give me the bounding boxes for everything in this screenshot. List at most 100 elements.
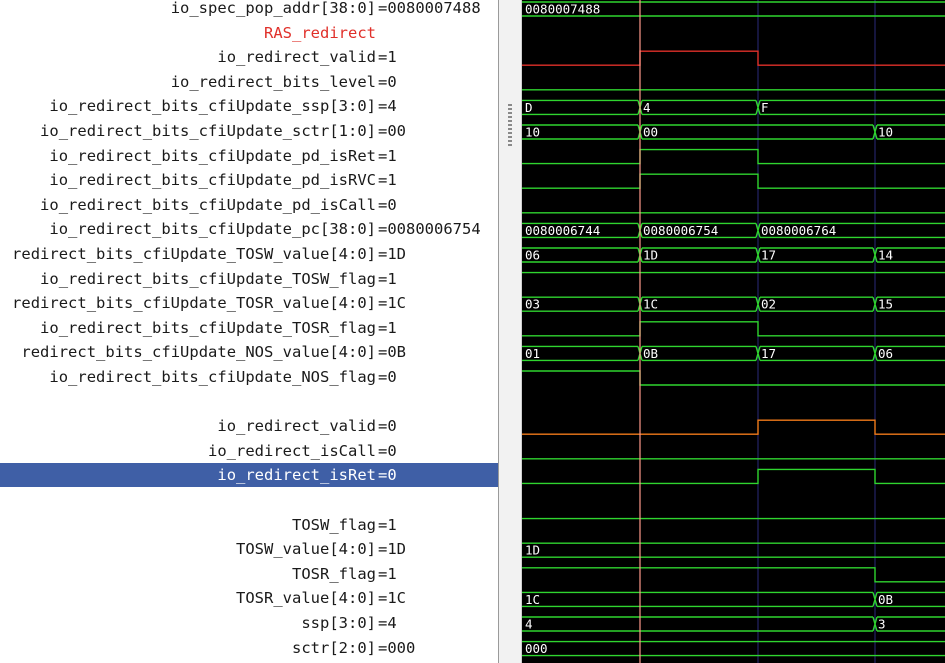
signal-value: =0080007488 <box>378 0 481 17</box>
signal-row[interactable]: TOSR_value[4:0] =1C <box>0 586 498 610</box>
waveform-panel[interactable]: 0080007488 D 4 F 10 00 10 0080006744 0080006754 0… <box>522 0 945 663</box>
bus-value-label: 1C <box>525 592 540 607</box>
signal-value: =0 <box>378 195 397 214</box>
bus-value-label: 4 <box>643 100 651 115</box>
group-label: RAS_redirect <box>264 23 376 42</box>
bus-waveform-segment[interactable] <box>522 591 873 608</box>
signal-row[interactable]: ssp[3:0] =4 <box>0 611 498 635</box>
signal-value: =1C <box>378 294 406 313</box>
signal-value: =0 <box>378 368 397 386</box>
signal-row[interactable]: io_redirect_isCall =0 <box>0 439 498 463</box>
bus-value-label: 10 <box>878 125 893 140</box>
signal-row[interactable]: io_redirect_bits_cfiUpdate_pd_isRet =1 <box>0 144 498 168</box>
bit-waveform[interactable] <box>522 148 945 165</box>
signal-row[interactable]: io_redirect_bits_cfiUpdate_TOSR_flag =1 <box>0 316 498 340</box>
bus-value-label: 06 <box>878 346 893 361</box>
bus-value-label: 0080007488 <box>525 2 600 17</box>
bus-waveform-segment[interactable] <box>877 616 945 632</box>
signal-row[interactable]: io_redirect_bits_cfiUpdate_ssp[3:0] =4 <box>0 94 498 118</box>
bit-waveform[interactable] <box>522 321 945 337</box>
bit-waveform[interactable] <box>522 50 945 66</box>
signal-value: =1 <box>378 564 397 583</box>
signal-row-blank[interactable] <box>0 390 498 414</box>
bus-waveform-segment[interactable] <box>522 542 945 558</box>
bus-value-label: 4 <box>525 617 533 632</box>
signal-row[interactable]: io_redirect_bits_cfiUpdate_pd_isCall =0 <box>0 193 498 217</box>
bus-waveform-segment[interactable] <box>760 99 945 116</box>
signal-row[interactable]: io_redirect_bits_cfiUpdate_NOS_flag =0 <box>0 365 498 389</box>
signal-name: io_redirect_bits_cfiUpdate_TOSW_flag <box>40 269 376 288</box>
signal-group-header[interactable]: RAS_redirect <box>0 21 498 45</box>
signal-value: =1D <box>378 245 406 263</box>
signal-name: io_redirect_isRet <box>217 466 376 485</box>
signal-name: io_redirect_bits_cfiUpdate_pd_isRet <box>49 146 376 165</box>
bus-value-label: 1D <box>525 543 540 558</box>
signal-row[interactable]: io_redirect_bits_cfiUpdate_sctr[1:0] =00 <box>0 119 498 143</box>
signal-row[interactable]: io_redirect_bits_cfiUpdate_TOSW_flag =1 <box>0 267 498 291</box>
signal-value: =000 <box>378 638 416 657</box>
signal-row[interactable]: io_redirect_valid =0 <box>0 414 498 438</box>
signal-value: =00 <box>378 122 406 140</box>
signal-row[interactable]: io_redirect_bits_cfiUpdate_pc[38:0] =0080… <box>0 217 498 241</box>
signal-name: io_redirect_valid <box>217 417 376 436</box>
signal-value: =1 <box>378 269 397 288</box>
bus-waveform-segment[interactable] <box>642 99 756 116</box>
bit-waveform[interactable] <box>522 370 945 386</box>
signal-value: =0 <box>378 72 397 91</box>
bus-waveform-segment[interactable] <box>760 296 873 312</box>
waveform-canvas[interactable]: 0080007488 D 4 F 10 00 10 0080006744 0080006754 0… <box>522 0 945 663</box>
signal-name: ssp[3:0] <box>301 614 376 632</box>
signal-row[interactable]: io_spec_pop_addr[38:0] =0080007488 <box>0 0 498 20</box>
signal-row[interactable]: TOSR_flag =1 <box>0 562 498 586</box>
pane-splitter[interactable] <box>498 0 522 663</box>
bit-waveform[interactable] <box>522 567 945 583</box>
signal-name: io_redirect_bits_cfiUpdate_ssp[3:0] <box>49 97 376 116</box>
signal-row[interactable]: redirect_bits_cfiUpdate_TOSW_value[4:0] =… <box>0 242 498 266</box>
signal-row[interactable]: redirect_bits_cfiUpdate_TOSR_value[4:0] =… <box>0 291 498 315</box>
bus-waveform-segment[interactable] <box>760 247 873 263</box>
signal-name: redirect_bits_cfiUpdate_TOSR_value[4:0] <box>12 294 376 313</box>
signal-row[interactable]: io_redirect_valid =1 <box>0 45 498 69</box>
bus-waveform-segment[interactable] <box>642 247 756 263</box>
bus-value-label: 000 <box>525 641 548 656</box>
splitter-grip-handle[interactable] <box>508 104 512 146</box>
bit-waveform[interactable] <box>522 173 945 189</box>
bus-value-label: 17 <box>761 248 776 263</box>
signal-value: =0080006754 <box>378 220 481 239</box>
bus-waveform-segment[interactable] <box>522 640 945 657</box>
signal-name: io_redirect_bits_cfiUpdate_sctr[1:0] <box>40 122 376 140</box>
signal-value: =0 <box>378 417 397 436</box>
bus-value-label: 0B <box>878 592 893 607</box>
signal-row[interactable]: TOSW_value[4:0] =1D <box>0 537 498 561</box>
signal-row[interactable]: io_redirect_isRet =0 <box>0 463 498 488</box>
bit-waveform[interactable] <box>522 419 945 435</box>
bus-value-label: 1C <box>643 297 658 312</box>
signal-row[interactable]: redirect_bits_cfiUpdate_NOS_value[4:0] =0… <box>0 340 498 364</box>
signal-row[interactable]: sctr[2:0] =000 <box>0 636 498 660</box>
signal-row[interactable]: io_redirect_bits_level =0 <box>0 70 498 94</box>
bus-waveform-segment[interactable] <box>522 99 638 116</box>
signal-value: =1C <box>378 589 406 608</box>
bus-value-label: 15 <box>878 297 893 312</box>
signal-name: TOSW_flag <box>292 515 376 534</box>
signal-name: io_redirect_isCall <box>208 441 376 460</box>
bus-value-label: 02 <box>761 297 776 312</box>
bus-value-label: 3 <box>878 617 886 632</box>
bus-value-label: 06 <box>525 248 540 263</box>
signal-value: =4 <box>378 97 397 116</box>
signal-row[interactable]: TOSW_flag =1 <box>0 513 498 537</box>
bus-value-label: F <box>761 100 769 115</box>
bus-waveform-segment[interactable] <box>522 616 873 632</box>
signal-name-panel: io_spec_pop_addr[38:0] =0080007488 RAS_red… <box>0 0 498 663</box>
signal-name: io_redirect_bits_level <box>170 72 376 91</box>
bit-waveform[interactable] <box>522 468 945 485</box>
bus-waveform-segment[interactable] <box>642 345 756 362</box>
signal-row[interactable]: io_redirect_bits_cfiUpdate_pd_isRVC =1 <box>0 168 498 192</box>
bus-waveform-segment[interactable] <box>760 345 873 362</box>
signal-row-blank[interactable] <box>0 488 498 512</box>
bus-value-label: D <box>525 100 533 115</box>
signal-name: redirect_bits_cfiUpdate_NOS_value[4:0] <box>21 343 376 362</box>
bus-waveform-segment[interactable] <box>642 296 756 312</box>
signal-value: =1 <box>378 318 397 337</box>
signal-value: =0 <box>378 466 397 485</box>
